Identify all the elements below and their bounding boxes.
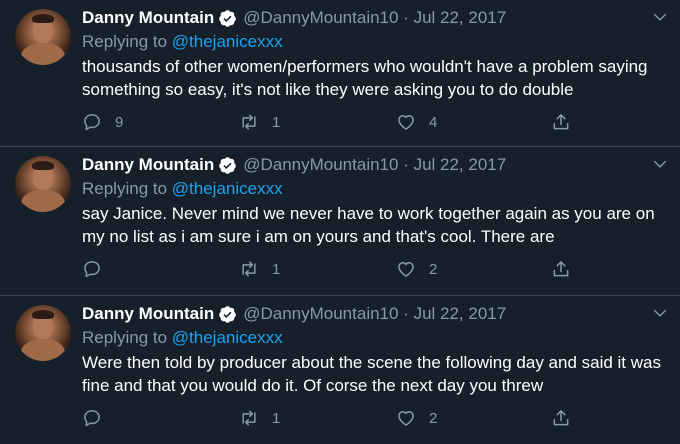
reply-button[interactable] xyxy=(82,406,115,430)
tweet-thread: Danny Mountain @DannyMountain10 · Jul 22… xyxy=(0,0,680,444)
like-button[interactable]: 2 xyxy=(396,257,437,281)
reply-bubble-icon xyxy=(84,114,100,131)
like-button[interactable]: 2 xyxy=(396,406,437,430)
verified-badge-icon xyxy=(219,305,237,323)
share-button[interactable] xyxy=(551,257,571,281)
reply-count: 9 xyxy=(115,113,124,131)
share-upload-icon xyxy=(553,410,569,426)
author-name[interactable]: Danny Mountain xyxy=(82,8,214,28)
tweet[interactable]: Danny Mountain @DannyMountain10 · Jul 22… xyxy=(0,0,680,146)
tweet-actions: 9 1 4 xyxy=(82,110,582,134)
like-count: 2 xyxy=(429,409,438,427)
share-upload-icon xyxy=(553,261,569,277)
heart-icon xyxy=(398,411,414,426)
chevron-down-icon[interactable] xyxy=(653,306,667,320)
tweet-actions: 1 2 xyxy=(82,257,582,281)
retweet-icon xyxy=(242,410,256,426)
tweet-header: Danny Mountain @DannyMountain10 · Jul 22… xyxy=(82,7,506,29)
avatar[interactable] xyxy=(15,305,71,361)
heart-icon xyxy=(398,262,414,277)
verified-badge-icon xyxy=(219,9,237,27)
replying-to-link[interactable]: @thejanicexxx xyxy=(172,328,283,347)
reply-bubble-icon xyxy=(84,410,100,427)
avatar[interactable] xyxy=(15,9,71,65)
like-count: 2 xyxy=(429,260,438,278)
tweet-text: thousands of other women/performers who … xyxy=(82,57,648,99)
share-upload-icon xyxy=(553,114,569,130)
author-name[interactable]: Danny Mountain xyxy=(82,304,214,324)
like-button[interactable]: 4 xyxy=(396,110,437,134)
tweet-header: Danny Mountain @DannyMountain10 · Jul 22… xyxy=(82,303,506,325)
like-count: 4 xyxy=(429,113,438,131)
tweet-text: say Janice. Never mind we never have to … xyxy=(82,204,655,246)
handle-and-date: @DannyMountain10 · Jul 22, 2017 xyxy=(243,8,507,27)
retweet-count: 1 xyxy=(272,409,281,427)
replying-to: Replying to @thejanicexxx xyxy=(82,32,283,52)
replying-to: Replying to @thejanicexxx xyxy=(82,328,283,348)
retweet-icon xyxy=(242,114,256,130)
tweet-text: Were then told by producer about the sce… xyxy=(82,353,661,395)
retweet-count: 1 xyxy=(272,113,281,131)
replying-to-link[interactable]: @thejanicexxx xyxy=(172,179,283,198)
reply-button[interactable]: 9 xyxy=(82,110,123,134)
avatar[interactable] xyxy=(15,156,71,212)
tweet-header: Danny Mountain @DannyMountain10 · Jul 22… xyxy=(82,154,506,176)
handle-and-date: @DannyMountain10 · Jul 22, 2017 xyxy=(243,304,507,323)
tweet[interactable]: Danny Mountain @DannyMountain10 · Jul 22… xyxy=(0,296,680,444)
share-button[interactable] xyxy=(551,110,571,134)
chevron-down-icon[interactable] xyxy=(653,157,667,171)
replying-to: Replying to @thejanicexxx xyxy=(82,179,283,199)
retweet-button[interactable]: 1 xyxy=(239,406,280,430)
author-name[interactable]: Danny Mountain xyxy=(82,155,214,175)
replying-prefix: Replying to xyxy=(82,32,168,51)
tweet[interactable]: Danny Mountain @DannyMountain10 · Jul 22… xyxy=(0,147,680,295)
retweet-icon xyxy=(242,261,256,277)
heart-icon xyxy=(398,115,414,130)
share-button[interactable] xyxy=(551,406,571,430)
replying-to-link[interactable]: @thejanicexxx xyxy=(172,32,283,51)
retweet-button[interactable]: 1 xyxy=(239,110,280,134)
replying-prefix: Replying to xyxy=(82,328,168,347)
reply-button[interactable] xyxy=(82,257,115,281)
replying-prefix: Replying to xyxy=(82,179,168,198)
retweet-count: 1 xyxy=(272,260,281,278)
verified-badge-icon xyxy=(219,156,237,174)
chevron-down-icon[interactable] xyxy=(653,10,667,24)
reply-bubble-icon xyxy=(84,261,100,278)
retweet-button[interactable]: 1 xyxy=(239,257,280,281)
handle-and-date: @DannyMountain10 · Jul 22, 2017 xyxy=(243,155,507,174)
tweet-actions: 1 2 xyxy=(82,406,582,430)
